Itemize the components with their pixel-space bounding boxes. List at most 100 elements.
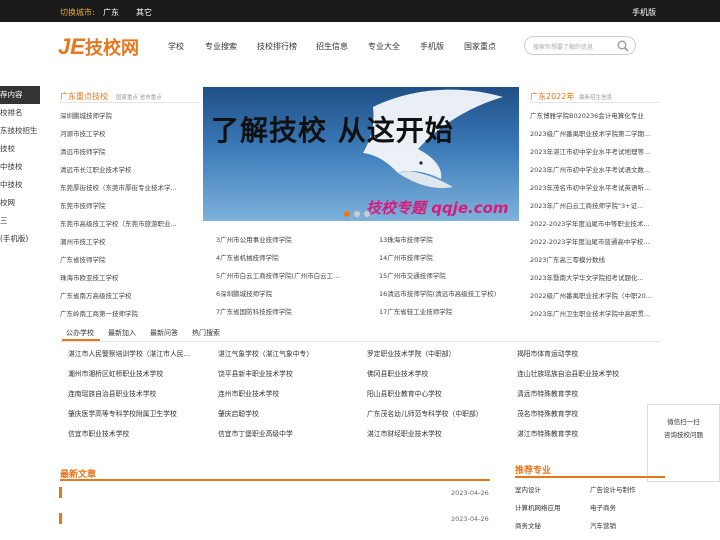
- school-rank-link[interactable]: 7广东省国防科技技师学院: [216, 306, 356, 316]
- grid-school-link[interactable]: 广东茂名幼儿师范专科学校（中职部）: [367, 408, 507, 418]
- key-school-link[interactable]: 深圳鹏城技师学院: [60, 110, 200, 120]
- major-link[interactable]: 计算机网络应用: [515, 502, 561, 512]
- news-link[interactable]: 广东博雅学院B020236会计电算化专业: [530, 110, 660, 120]
- city-guangdong-link[interactable]: 广东: [103, 7, 119, 18]
- carousel-dot[interactable]: [364, 211, 370, 217]
- nav-majors[interactable]: 专业大全: [368, 41, 400, 52]
- nav-national-key[interactable]: 国家重点: [464, 41, 496, 52]
- nav-mobile[interactable]: 手机版: [420, 41, 444, 52]
- grid-school-link[interactable]: 潮州市湘桥区虹桥职业技术学校: [68, 368, 208, 378]
- carousel-dot[interactable]: [354, 211, 360, 217]
- site-logo[interactable]: JE 技校网: [58, 33, 148, 59]
- divider: [60, 341, 660, 342]
- key-school-link[interactable]: 东莞厚街技校（东莞市厚街专业技术学...: [60, 182, 200, 192]
- key-school-link[interactable]: 广东省南方高级技工学校: [60, 290, 200, 300]
- carousel-dot-active[interactable]: [344, 211, 350, 217]
- key-school-link[interactable]: 东莞市高级技工学校（东莞市旅游职业...: [60, 218, 200, 228]
- school-rank-link[interactable]: 4广东省机械技师学院: [216, 252, 356, 262]
- tab-latest-qa[interactable]: 最新问答: [150, 328, 178, 338]
- major-link[interactable]: 商务文秘: [515, 520, 541, 530]
- grid-school-link[interactable]: 阳山县职业教育中心学校: [367, 388, 507, 398]
- major-link[interactable]: 电子商务: [590, 502, 616, 512]
- school-rank-link[interactable]: 16清远市技师学院(清远市高级技工学校): [379, 288, 519, 298]
- news-link[interactable]: 2023级广州番禺职业技术学院第二学期...: [530, 128, 660, 138]
- left-menu-item[interactable]: 中技校: [0, 176, 40, 194]
- news-link[interactable]: 2023年湛江市初中学业水平考试地理等...: [530, 146, 660, 156]
- left-menu-item[interactable]: 荐内容: [0, 86, 40, 104]
- key-schools-subtitle: 国家重点 省市重点: [116, 95, 162, 101]
- news-2022-title: 广东2022年: [530, 92, 575, 101]
- search-placeholder: 搜索你想要了解的信息: [533, 44, 594, 51]
- grid-school-link[interactable]: 佛冈县职业技术学校: [367, 368, 507, 378]
- grid-school-link[interactable]: 连州市职业技术学校: [218, 388, 358, 398]
- left-menu-item[interactable]: 技校: [0, 140, 40, 158]
- key-school-link[interactable]: 珠海市欧亚技工学校: [60, 272, 200, 282]
- grid-school-link[interactable]: 湛江市财经职业技术学校: [367, 428, 507, 438]
- major-link[interactable]: 广告设计与制作: [590, 484, 636, 494]
- key-schools-title: 广东重点技校: [60, 92, 108, 101]
- grid-school-link[interactable]: 连山壮族瑶族自治县职业技术学校: [517, 368, 647, 378]
- school-rank-link[interactable]: 13珠海市技师学院: [379, 234, 519, 244]
- major-link[interactable]: 汽车营销: [590, 520, 616, 530]
- left-menu-item[interactable]: 东技校招生: [0, 122, 40, 140]
- mobile-version-link[interactable]: 手机版: [632, 7, 656, 18]
- tab-newly-added[interactable]: 最新加入: [108, 328, 136, 338]
- left-menu-item[interactable]: 中技校: [0, 158, 40, 176]
- news-link[interactable]: 2023年茂名市初中学业水平考试英语听...: [530, 182, 660, 192]
- news-link[interactable]: 2023广东高三零模分数线: [530, 254, 660, 264]
- wechat-consult-label: 咨询技校问题: [664, 431, 703, 439]
- grid-school-link[interactable]: 连南瑶族自治县职业技术学校: [68, 388, 208, 398]
- key-school-link[interactable]: 清远市技师学院: [60, 146, 200, 156]
- wechat-consult-box[interactable]: 微信扫一扫 咨询技校问题: [647, 404, 720, 482]
- nav-admission[interactable]: 招生信息: [316, 41, 348, 52]
- school-rank-link[interactable]: 17广东省轻工业技师学院: [379, 306, 519, 316]
- banner-carousel[interactable]: 了解技校 从这开始 技校专题 qqje.com: [203, 87, 519, 221]
- key-school-link[interactable]: 广东岭南工商第一技师学院: [60, 308, 200, 318]
- tab-hot-search[interactable]: 热门搜索: [192, 328, 220, 338]
- left-menu-item[interactable]: (手机版): [0, 230, 40, 248]
- left-menu-item[interactable]: 三: [0, 212, 40, 230]
- nav-ranking[interactable]: 技校排行榜: [257, 41, 297, 52]
- grid-school-link[interactable]: 湛江气象学校（湛江气象中专）: [218, 348, 358, 358]
- grid-school-link[interactable]: 信宜市职业技术学校: [68, 428, 208, 438]
- school-rank-link[interactable]: 15广州市交通技师学院: [379, 270, 519, 280]
- nav-schools[interactable]: 学校: [168, 41, 184, 52]
- news-link[interactable]: 2023年广州卫生职业技术学院中高职贯...: [530, 308, 660, 318]
- grid-school-link[interactable]: 清远市特殊教育学校: [517, 388, 647, 398]
- grid-school-link[interactable]: 茂名市特殊教育学校: [517, 408, 647, 418]
- school-rank-link[interactable]: 3广州市公用事业技师学院: [216, 234, 356, 244]
- search-icon[interactable]: [617, 40, 629, 54]
- news-link[interactable]: 2023年暨南大学华文学院招考试题化...: [530, 272, 660, 282]
- key-school-link[interactable]: 河源市技工学校: [60, 128, 200, 138]
- left-menu-item[interactable]: 校网: [0, 194, 40, 212]
- news-link[interactable]: 2022-2023学年度汕尾市普通高中学校...: [530, 236, 660, 246]
- left-menu-item[interactable]: 校排名: [0, 104, 40, 122]
- news-link[interactable]: 2022级广州番禺职业技术学院（中职20...: [530, 290, 660, 300]
- school-rank-link[interactable]: 5广州市白云工商技师学院(广州市白云工...: [216, 270, 356, 280]
- school-rank-link[interactable]: 14广州市技师学院: [379, 252, 519, 262]
- news-link[interactable]: 2022-2023学年度汕尾市中等职业技术...: [530, 218, 660, 228]
- article-bullet: [59, 487, 62, 498]
- search-input[interactable]: 搜索你想要了解的信息: [524, 36, 636, 55]
- city-other-link[interactable]: 其它: [136, 7, 152, 18]
- banner-footer-text: 技校专题 qqje.com: [366, 199, 509, 217]
- tab-public-schools[interactable]: 公办学校: [66, 328, 94, 338]
- news-link[interactable]: 2023年广州市初中学业水平考试语文数...: [530, 164, 660, 174]
- grid-school-link[interactable]: 湛江市特殊教育学校: [517, 428, 647, 438]
- grid-school-link[interactable]: 肇庆启聪学校: [218, 408, 358, 418]
- news-link[interactable]: 2023年广州白云工商技师学院"3+证...: [530, 200, 660, 210]
- grid-school-link[interactable]: 饶平县新丰职业技术学校: [218, 368, 358, 378]
- grid-school-link[interactable]: 罗定职业技术学院（中职部）: [367, 348, 507, 358]
- key-school-link[interactable]: 清远市长江职业技术学校: [60, 164, 200, 174]
- grid-school-link[interactable]: 肇庆医学高等专科学校附属卫生学校: [68, 408, 208, 418]
- nav-major-search[interactable]: 专业搜索: [205, 41, 237, 52]
- grid-school-link[interactable]: 揭阳市体育运动学校: [517, 348, 647, 358]
- key-school-link[interactable]: 东莞市技师学院: [60, 200, 200, 210]
- article-date: 2023-04-26: [451, 515, 489, 523]
- key-school-link[interactable]: 潮州市技工学校: [60, 236, 200, 246]
- grid-school-link[interactable]: 信宜市丁堡职业高级中学: [218, 428, 358, 438]
- grid-school-link[interactable]: 湛江市人民警察培训学校（湛江市人民...: [68, 348, 208, 358]
- major-link[interactable]: 室内设计: [515, 484, 541, 494]
- key-school-link[interactable]: 广东省技师学院: [60, 254, 200, 264]
- school-rank-link[interactable]: 6深圳鹏城技师学院: [216, 288, 356, 298]
